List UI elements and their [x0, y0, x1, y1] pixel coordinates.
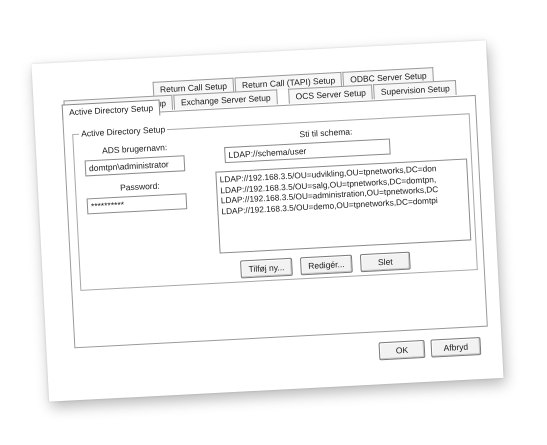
schema-label: Sti til schema:	[299, 126, 353, 140]
ldap-path-list[interactable]: LDAP://192.168.3.5/OU=udvikling,OU=tpnet…	[215, 158, 472, 254]
printed-screenshot-sheet: Return Call Setup Return Call (TAPI) Set…	[31, 40, 504, 402]
active-directory-group: Active Directory Setup ADS brugernavn: d…	[71, 108, 478, 291]
setup-dialog: Return Call Setup Return Call (TAPI) Set…	[52, 54, 497, 395]
edit-button[interactable]: Redigér...	[299, 254, 353, 276]
password-label: Password:	[119, 180, 160, 193]
username-label: ADS brugernavn:	[101, 142, 168, 156]
add-new-button[interactable]: Tilføj ny...	[240, 257, 293, 279]
password-field[interactable]: **********	[86, 193, 188, 215]
ok-button[interactable]: OK	[378, 339, 426, 361]
group-legend: Active Directory Setup	[80, 124, 166, 139]
cancel-button[interactable]: Afbryd	[430, 337, 482, 358]
photo-stage: Return Call Setup Return Call (TAPI) Set…	[0, 0, 547, 445]
delete-button[interactable]: Slet	[359, 251, 411, 273]
schema-path-field[interactable]: LDAP://schema/user	[224, 138, 391, 164]
username-field[interactable]: domtpn\administrator	[84, 155, 186, 177]
tab-panel: Active Directory Setup Active Directory …	[61, 94, 488, 349]
